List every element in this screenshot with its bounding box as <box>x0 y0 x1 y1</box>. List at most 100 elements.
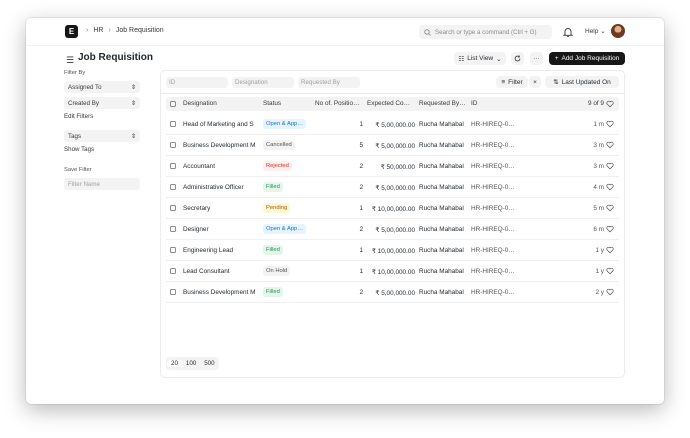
row-checkbox[interactable] <box>170 268 176 274</box>
table-row[interactable]: Head of Marketing and S 1 ₹ 5,00,000.00 Ruc… <box>166 114 619 135</box>
table-row[interactable]: Secretary 1 ₹ 10,00,000.00 Rucha Mahabal HR-… <box>166 198 619 219</box>
row-checkbox[interactable] <box>170 226 176 232</box>
row-designation[interactable]: Business Development M <box>183 142 259 149</box>
row-expected-compensation: ₹ 5,00,000.00 <box>375 185 415 192</box>
more-actions-button[interactable]: ··· <box>530 52 543 65</box>
status-badge: Pending <box>263 203 291 213</box>
status-badge: Filled <box>263 245 283 255</box>
chevron-down-icon: ⌄ <box>496 55 502 63</box>
user-avatar[interactable] <box>611 24 625 38</box>
heart-icon[interactable] <box>606 183 614 191</box>
breadcrumb-hr[interactable]: HR <box>93 27 103 34</box>
clear-filters-button[interactable]: × <box>529 76 541 88</box>
column-expected-compensation[interactable]: Expected Co… <box>367 100 415 107</box>
requested-by-filter-input[interactable]: Requested By <box>298 77 360 88</box>
row-designation[interactable]: Administrative Officer <box>183 184 259 191</box>
record-count: 9 of 9 <box>588 100 604 107</box>
designation-filter-input[interactable]: Designation <box>232 77 294 88</box>
column-requested-by[interactable]: Requested By… <box>419 100 467 107</box>
page-size-20[interactable]: 20 <box>167 360 182 367</box>
row-requested-by: Rucha Mahabal <box>419 121 464 128</box>
heart-icon[interactable] <box>606 246 614 254</box>
plus-icon: + <box>554 55 559 62</box>
row-checkbox[interactable] <box>170 121 176 127</box>
edit-filters-link[interactable]: Edit Filters <box>64 113 144 120</box>
row-id: HR-HIREQ-0… <box>471 184 515 191</box>
list-view: ID Designation Requested By ≡ Filter × ⇅… <box>160 70 625 378</box>
heart-icon[interactable] <box>606 288 614 296</box>
row-designation[interactable]: Secretary <box>183 205 259 212</box>
bell-icon[interactable] <box>562 26 574 38</box>
table-row[interactable]: Engineering Lead 1 ₹ 10,00,000.00 Rucha Mah… <box>166 240 619 261</box>
row-positions: 1 <box>359 205 363 212</box>
app-logo[interactable]: E <box>65 25 78 38</box>
table-row[interactable]: Administrative Officer 2 ₹ 5,00,000.00 Ruch… <box>166 177 619 198</box>
row-positions: 2 <box>359 184 363 191</box>
table-row[interactable]: Business Development M 2 ₹ 5,00,000.00 Ruch… <box>166 282 619 303</box>
column-positions[interactable]: No of. Positio… <box>315 100 363 107</box>
created-by-dropdown[interactable]: Created By ⇕ <box>64 97 140 109</box>
list-view-button[interactable]: ☷ List View ⌄ <box>454 52 506 65</box>
chevron-updown-icon: ⇕ <box>130 132 136 140</box>
row-designation[interactable]: Designer <box>183 226 259 233</box>
row-checkbox[interactable] <box>170 205 176 211</box>
filter-name-input[interactable]: Filter Name <box>64 178 140 190</box>
heart-icon[interactable] <box>606 162 614 170</box>
tags-dropdown[interactable]: Tags ⇕ <box>64 130 140 142</box>
heart-icon[interactable] <box>606 141 614 149</box>
breadcrumb: › HR › Job Requisition <box>86 27 164 34</box>
column-status[interactable]: Status <box>263 100 311 107</box>
sidebar-toggle-icon[interactable]: ☰ <box>66 55 74 66</box>
heart-icon[interactable] <box>606 225 614 233</box>
row-positions: 1 <box>359 247 363 254</box>
table-row[interactable]: Designer 2 ₹ 5,00,000.00 Rucha Mahabal HR-HI… <box>166 219 619 240</box>
page-size-500[interactable]: 500 <box>200 360 218 367</box>
row-id: HR-HIREQ-0… <box>471 289 515 296</box>
page-size-100[interactable]: 100 <box>182 360 200 367</box>
awesome-search-bar[interactable]: Search or type a command (Ctrl + G) <box>419 25 552 39</box>
row-designation[interactable]: Engineering Lead <box>183 247 259 254</box>
assigned-to-dropdown[interactable]: Assigned To ⇕ <box>64 81 140 93</box>
heart-icon[interactable] <box>606 120 614 128</box>
row-modified-age: 5 m <box>593 205 604 212</box>
row-requested-by: Rucha Mahabal <box>419 142 464 149</box>
refresh-button[interactable] <box>511 52 524 65</box>
help-dropdown[interactable]: Help ⌄ <box>585 27 606 35</box>
row-checkbox[interactable] <box>170 142 176 148</box>
heart-icon[interactable] <box>606 204 614 212</box>
search-icon <box>424 28 431 36</box>
row-checkbox[interactable] <box>170 289 176 295</box>
column-designation[interactable]: Designation <box>183 100 259 107</box>
row-checkbox[interactable] <box>170 184 176 190</box>
row-modified-age: 3 m <box>593 142 604 149</box>
page-length-selector: 20 100 500 <box>166 357 219 370</box>
row-checkbox[interactable] <box>170 247 176 253</box>
heart-icon[interactable] <box>606 100 614 108</box>
filter-by-label: Filter By <box>64 70 86 76</box>
breadcrumb-job-requisition[interactable]: Job Requisition <box>116 27 164 34</box>
id-filter-input[interactable]: ID <box>166 77 228 88</box>
chevron-right-icon: › <box>86 27 89 34</box>
sort-button[interactable]: ⇅ Last Updated On <box>545 76 619 88</box>
row-designation[interactable]: Business Development M <box>183 289 259 296</box>
row-id: HR-HIREQ-0… <box>471 268 515 275</box>
add-job-requisition-button[interactable]: + Add Job Requisition <box>549 52 625 65</box>
row-positions: 2 <box>359 163 363 170</box>
row-id: HR-HIREQ-0… <box>471 121 515 128</box>
show-tags-link[interactable]: Show Tags <box>64 146 144 153</box>
row-designation[interactable]: Head of Marketing and S <box>183 121 259 128</box>
row-modified-age: 3 m <box>593 163 604 170</box>
table-row[interactable]: Accountant 2 ₹ 50,000.00 Rucha Mahabal HR-HI… <box>166 156 619 177</box>
row-requested-by: Rucha Mahabal <box>419 226 464 233</box>
row-designation[interactable]: Lead Consultant <box>183 268 259 275</box>
row-checkbox[interactable] <box>170 163 176 169</box>
table-row[interactable]: Business Development M 5 ₹ 5,00,000.00 Ruch… <box>166 135 619 156</box>
row-designation[interactable]: Accountant <box>183 163 259 170</box>
top-navbar: E › HR › Job Requisition Search or type … <box>26 18 664 46</box>
table-row[interactable]: Lead Consultant 1 ₹ 10,00,000.00 Rucha Maha… <box>166 261 619 282</box>
heart-icon[interactable] <box>606 267 614 275</box>
row-id: HR-HIREQ-0… <box>471 205 515 212</box>
select-all-checkbox[interactable] <box>170 101 176 107</box>
column-id[interactable]: ID <box>471 100 519 107</box>
filter-button[interactable]: ≡ Filter <box>496 76 528 88</box>
